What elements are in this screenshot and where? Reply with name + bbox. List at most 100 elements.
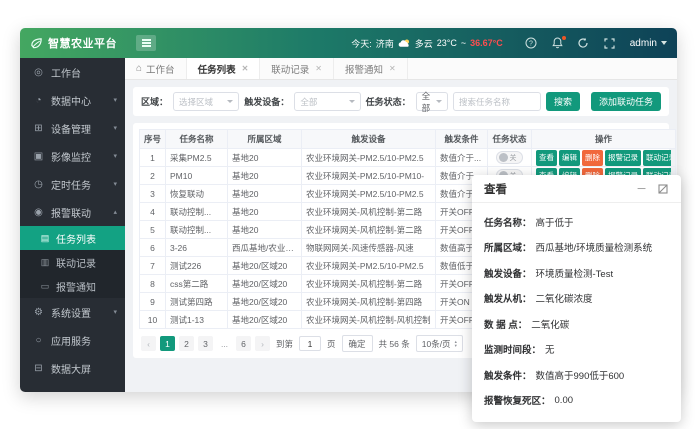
cell-name: 联动控制... (166, 203, 228, 221)
filter-bar: 区域： 选择区域 触发设备： 全部 任务状态： 全部 (133, 87, 669, 116)
per-page-select[interactable]: 10条/页▴▾ (416, 335, 463, 352)
sidebar-subitem-任务列表[interactable]: ▤任务列表 (20, 226, 125, 250)
sidebar-item-label: 报警联动 (51, 205, 106, 220)
device-manage-icon: ⊞ (33, 123, 44, 134)
sidebar-subitem-报警通知[interactable]: ▭报警通知 (20, 274, 125, 298)
trigger-device-select[interactable]: 全部 (294, 92, 360, 111)
next-page-button[interactable]: › (255, 336, 270, 351)
page-button-1[interactable]: 1 (160, 336, 175, 351)
toggle-off-label: 关 (510, 153, 517, 163)
cell-no: 9 (140, 293, 166, 311)
field-label: 触发设备： (484, 266, 532, 280)
sidebar-item-工作台[interactable]: ◎ 工作台 (20, 58, 125, 86)
leaf-logo-icon (30, 37, 43, 50)
sidebar-subitem-label: 任务列表 (56, 231, 96, 246)
goto-page-input[interactable] (299, 336, 321, 351)
field-value: 二氧化碳 (531, 317, 569, 331)
edit-button[interactable]: 编辑 (559, 150, 580, 166)
expand-icon[interactable] (656, 182, 669, 195)
modal-title: 查看 (484, 181, 627, 197)
cell-region: 基地20/区域20 (228, 275, 302, 293)
bell-icon[interactable] (551, 37, 564, 50)
page-button-2[interactable]: 2 (179, 336, 194, 351)
add-linkage-task-button[interactable]: 添加联动任务 (591, 92, 661, 111)
sidebar-item-label: 系统设置 (51, 305, 106, 320)
cell-device: 农业环境网关-风机控制-第二路 (302, 221, 436, 239)
help-icon[interactable]: ? (525, 37, 538, 50)
sidebar-collapse-button[interactable] (136, 35, 156, 51)
sidebar-item-影像监控[interactable]: ▣影像监控▾ (20, 142, 125, 170)
user-menu[interactable]: admin (630, 38, 667, 49)
field-label: 触发条件： (484, 368, 532, 382)
sidebar-item-定时任务[interactable]: ◷定时任务▾ (20, 170, 125, 198)
cell-actions: 查看编辑删除报警记录联动记录 (532, 149, 676, 167)
page-button-3[interactable]: 3 (198, 336, 213, 351)
refresh-icon[interactable] (577, 37, 590, 50)
cell-name: css第二路 (166, 275, 228, 293)
cell-device: 农业环境网关-风机控制-第二路 (302, 275, 436, 293)
cell-device: 农业环境网关-PM2.5/10-PM2.5 (302, 185, 436, 203)
page-unit-label: 页 (327, 338, 336, 350)
search-button[interactable]: 搜索 (546, 92, 580, 111)
sidebar-item-系统设置[interactable]: ⚙ 系统设置 ▾ (20, 298, 125, 326)
prev-page-button[interactable]: ‹ (141, 336, 156, 351)
field-value: 二氧化碳浓度 (536, 291, 593, 305)
tab-bar: ⌂工作台任务列表✕ 联动记录 ✕ 报警通知 ✕ (125, 58, 677, 80)
delete-button[interactable]: 删除 (582, 150, 603, 166)
data-screen-icon: ⊟ (33, 363, 44, 374)
alarm-record-button[interactable]: 报警记录 (605, 150, 641, 166)
workbench-icon: ◎ (33, 67, 44, 78)
tab-工作台[interactable]: ⌂工作台 (125, 58, 187, 79)
cell-device: 物联网网关-风速传感器-风速 (302, 239, 436, 257)
table-header-row: 序号任务名称所属区域触发设备触发条件任务状态操作 (140, 130, 676, 149)
cell-device: 农业环境网关-PM2.5/10-PM2.5 (302, 257, 436, 275)
hamburger-icon (142, 42, 151, 44)
brand: 智慧农业平台 (30, 35, 122, 51)
goto-label: 到第 (276, 338, 293, 350)
task-status-select[interactable]: 全部 (416, 92, 448, 111)
close-icon[interactable]: ✕ (315, 64, 322, 73)
column-header-所属区域: 所属区域 (228, 130, 302, 149)
sidebar-item-设备管理[interactable]: ⊞设备管理▾ (20, 114, 125, 142)
tab-报警通知[interactable]: 报警通知 ✕ (334, 58, 408, 79)
tab-联动记录[interactable]: 联动记录 ✕ (260, 58, 334, 79)
tab-label: 联动记录 (271, 62, 309, 76)
cell-device: 农业环境网关-PM2.5/10-PM2.5 (302, 149, 436, 167)
sidebar-item-数据中心[interactable]: ◔数据中心▾ (20, 86, 125, 114)
sidebar-item-label: 工作台 (51, 65, 117, 80)
sidebar-item-报警联动[interactable]: ◉报警联动▴ (20, 198, 125, 226)
chevron-down-icon: ▾ (113, 308, 117, 316)
minimize-icon[interactable]: ─ (635, 182, 648, 195)
system-settings-icon: ⚙ (33, 307, 44, 318)
view-button[interactable]: 查看 (536, 150, 557, 166)
modal-field: 触发条件：数值高于990低于600 (484, 362, 669, 388)
close-icon[interactable]: ✕ (242, 64, 249, 73)
sidebar-item-数据大屏[interactable]: ⊟数据大屏 (20, 354, 125, 382)
tab-任务列表[interactable]: 任务列表✕ (187, 58, 261, 79)
page-button-6[interactable]: 6 (236, 336, 251, 351)
weather-condition: 多云 (415, 37, 433, 50)
cell-status: 关 (488, 149, 532, 167)
linkage-record-button[interactable]: 联动记录 (643, 150, 671, 166)
cell-region: 基地20 (228, 167, 302, 185)
cell-device: 农业环境网关-风机控制-风机控制 (302, 311, 436, 329)
cell-no: 1 (140, 149, 166, 167)
sidebar-subitem-联动记录[interactable]: ▥联动记录 (20, 250, 125, 274)
temp-low: 23°C (437, 38, 457, 48)
cell-region: 基地20/区域20 (228, 293, 302, 311)
sidebar-item-应用服务[interactable]: ○应用服务 (20, 326, 125, 354)
tab-label: 报警通知 (345, 62, 383, 76)
fullscreen-icon[interactable] (603, 37, 616, 50)
status-toggle[interactable]: 关 (496, 151, 523, 164)
table-row: 1采集PM2.5基地20农业环境网关-PM2.5/10-PM2.5数值介于...… (140, 149, 676, 167)
sidebar-subitem-label: 联动记录 (56, 255, 96, 270)
search-input[interactable] (453, 92, 541, 111)
region-select[interactable]: 选择区域 (173, 92, 239, 111)
sidebar-item-label: 影像监控 (51, 149, 106, 164)
confirm-button[interactable]: 确定 (342, 335, 373, 352)
cell-name: 测试226 (166, 257, 228, 275)
cell-region: 基地20 (228, 149, 302, 167)
close-icon[interactable]: ✕ (389, 64, 396, 73)
chevron-down-icon: ▾ (113, 180, 117, 188)
alarm-linkage-icon: ◉ (33, 207, 44, 218)
